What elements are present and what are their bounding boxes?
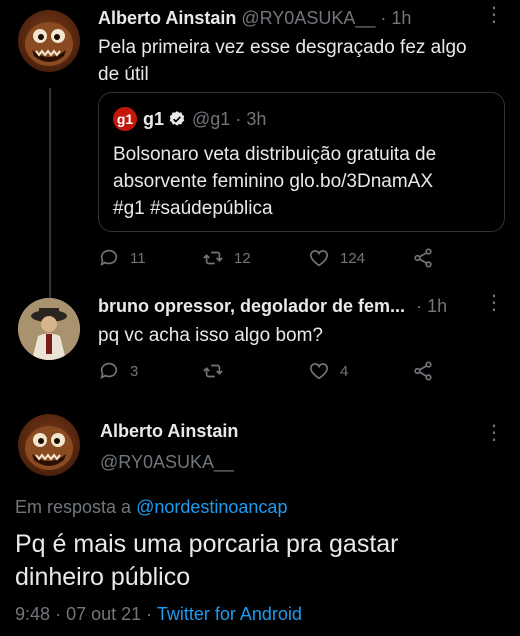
main-tweet-text: Pq é mais uma porcaria pra gastar dinhei… [15, 528, 510, 594]
separator: · [380, 8, 387, 28]
author-handle[interactable]: @RY0ASUKA__ [241, 8, 375, 28]
share-icon [414, 361, 432, 381]
separator: · [416, 296, 423, 316]
avatar-alberto[interactable] [18, 10, 80, 72]
reply-prefix: Em resposta a [15, 497, 132, 517]
separator: · [55, 604, 62, 624]
more-options-icon[interactable]: ⋮ [484, 293, 504, 313]
quote-timestamp[interactable]: 3h [246, 109, 266, 130]
retweet-button[interactable]: 12 [202, 247, 251, 269]
main-text-line: dinheiro público [15, 563, 191, 591]
tweet2-text: pq vc acha isso algo bom? [98, 325, 323, 346]
quoted-tweet[interactable]: g1 g1 @g1 · 3h Bolsonaro veta distribuiç… [98, 92, 505, 232]
main-text-line: Pq é mais uma porcaria pra gastar [15, 530, 399, 558]
main-author-handle[interactable]: @RY0ASUKA__ [100, 452, 234, 473]
quote-text-line: #g1 #saúdepública [113, 198, 273, 219]
heart-icon [309, 363, 329, 380]
share-button[interactable] [412, 247, 434, 269]
quote-text-line: absorvente feminino glo.bo/3DnamAX [113, 171, 434, 192]
like-button[interactable]: 124 [308, 247, 365, 269]
tweet1-text-line: Pela primeira vez esse desgraçado fez al… [98, 37, 467, 58]
avatar-alberto-main[interactable] [18, 414, 80, 476]
reply-icon [100, 249, 118, 266]
reply-count: 3 [130, 362, 139, 380]
quote-header: g1 g1 @g1 · 3h [113, 107, 266, 131]
like-count: 124 [340, 249, 366, 267]
separator: · [146, 604, 153, 624]
like-button[interactable]: 4 [308, 360, 348, 382]
reply-button[interactable]: 3 [98, 360, 138, 382]
more-options-icon[interactable]: ⋮ [484, 5, 504, 25]
avatar-bruno[interactable] [18, 298, 80, 360]
reply-count: 11 [130, 249, 146, 267]
tweet1-header: Alberto Ainstain @RY0ASUKA__ · 1h [98, 8, 411, 29]
source-link[interactable]: Twitter for Android [157, 604, 302, 624]
retweet-icon [203, 251, 223, 265]
retweet-button[interactable] [202, 360, 224, 382]
reply-button[interactable]: 11 [98, 247, 146, 269]
reply-icon [100, 362, 118, 379]
time[interactable]: 9:48 [15, 604, 50, 624]
tweet2-header: bruno opressor, degolador de fem... · 1h [98, 296, 447, 317]
g1-logo: g1 [113, 107, 137, 131]
tweet1-text: Pela primeira vez esse desgraçado fez al… [98, 34, 508, 88]
author-name[interactable]: bruno opressor, degolador de fem... [98, 296, 405, 316]
thread-line [49, 88, 51, 300]
reply-handle-link[interactable]: @nordestinoancap [136, 497, 287, 517]
replying-to: Em resposta a @nordestinoancap [15, 497, 287, 518]
tweet-meta: 9:48 · 07 out 21 · Twitter for Android [15, 604, 302, 625]
retweet-count: 12 [234, 249, 251, 267]
verified-badge-icon [168, 110, 186, 128]
share-icon [414, 248, 432, 268]
quote-handle[interactable]: @g1 [192, 109, 230, 130]
author-name[interactable]: Alberto Ainstain [98, 8, 236, 28]
tweet1-text-line: de útil [98, 64, 149, 85]
timestamp[interactable]: 1h [391, 8, 411, 28]
main-author-name[interactable]: Alberto Ainstain [100, 421, 238, 442]
retweet-icon [203, 364, 223, 378]
heart-icon [309, 250, 329, 267]
quote-text-line: Bolsonaro veta distribuição gratuita de [113, 144, 437, 165]
timestamp[interactable]: 1h [427, 296, 447, 316]
quote-author-name[interactable]: g1 [143, 109, 164, 130]
like-count: 4 [340, 362, 349, 380]
share-button[interactable] [412, 360, 434, 382]
quote-text: Bolsonaro veta distribuição gratuita de … [113, 141, 493, 222]
date[interactable]: 07 out 21 [66, 604, 141, 624]
more-options-icon[interactable]: ⋮ [484, 423, 504, 443]
separator: · [235, 108, 242, 129]
